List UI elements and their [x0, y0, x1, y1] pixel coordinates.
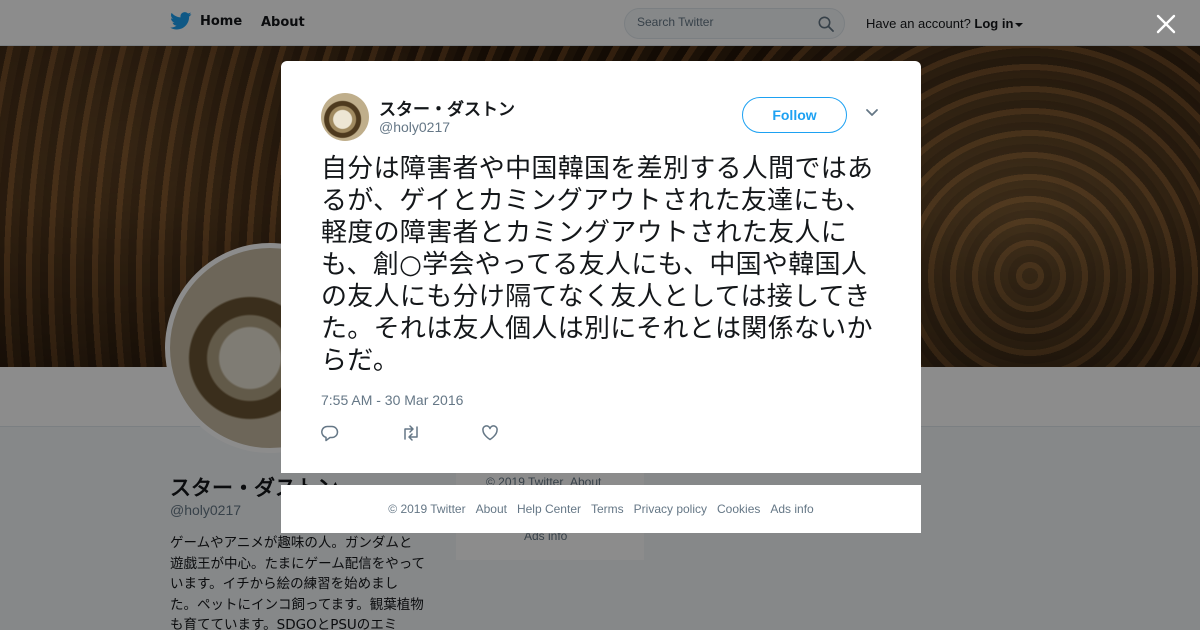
tweet-author-handle[interactable]: @holy0217 — [379, 119, 450, 135]
tweet-timestamp[interactable]: 7:55 AM - 30 Mar 2016 — [321, 392, 463, 408]
footer-link-cookies[interactable]: Cookies — [717, 502, 760, 516]
retweet-button[interactable] — [401, 423, 481, 443]
heart-icon — [482, 425, 498, 441]
tweet-author-name[interactable]: スター・ダストン — [379, 95, 515, 120]
tweet-actions — [321, 423, 561, 443]
footer-copyright: © 2019 Twitter — [388, 502, 466, 516]
reply-icon — [321, 425, 339, 442]
footer-link-help-center[interactable]: Help Center — [517, 502, 581, 516]
tweet-author-avatar[interactable] — [321, 93, 369, 141]
tweet-modal: スター・ダストン @holy0217 Follow 自分は障害者や中国韓国を差別… — [281, 61, 921, 473]
modal-footer: © 2019 Twitter About Help Center Terms P… — [281, 485, 921, 533]
footer-link-terms[interactable]: Terms — [591, 502, 624, 516]
like-button[interactable] — [481, 423, 561, 443]
close-icon[interactable] — [1155, 13, 1177, 35]
tweet-text: 自分は障害者や中国韓国を差別する人間ではあるが、ゲイとカミングアウトされた友達に… — [321, 154, 874, 376]
follow-button[interactable]: Follow — [742, 97, 847, 133]
retweet-icon — [404, 425, 418, 441]
footer-link-ads-info[interactable]: Ads info — [770, 502, 813, 516]
footer-link-privacy[interactable]: Privacy policy — [634, 502, 707, 516]
footer-link-about[interactable]: About — [476, 502, 507, 516]
reply-button[interactable] — [321, 423, 401, 443]
chevron-down-icon[interactable] — [865, 108, 879, 118]
